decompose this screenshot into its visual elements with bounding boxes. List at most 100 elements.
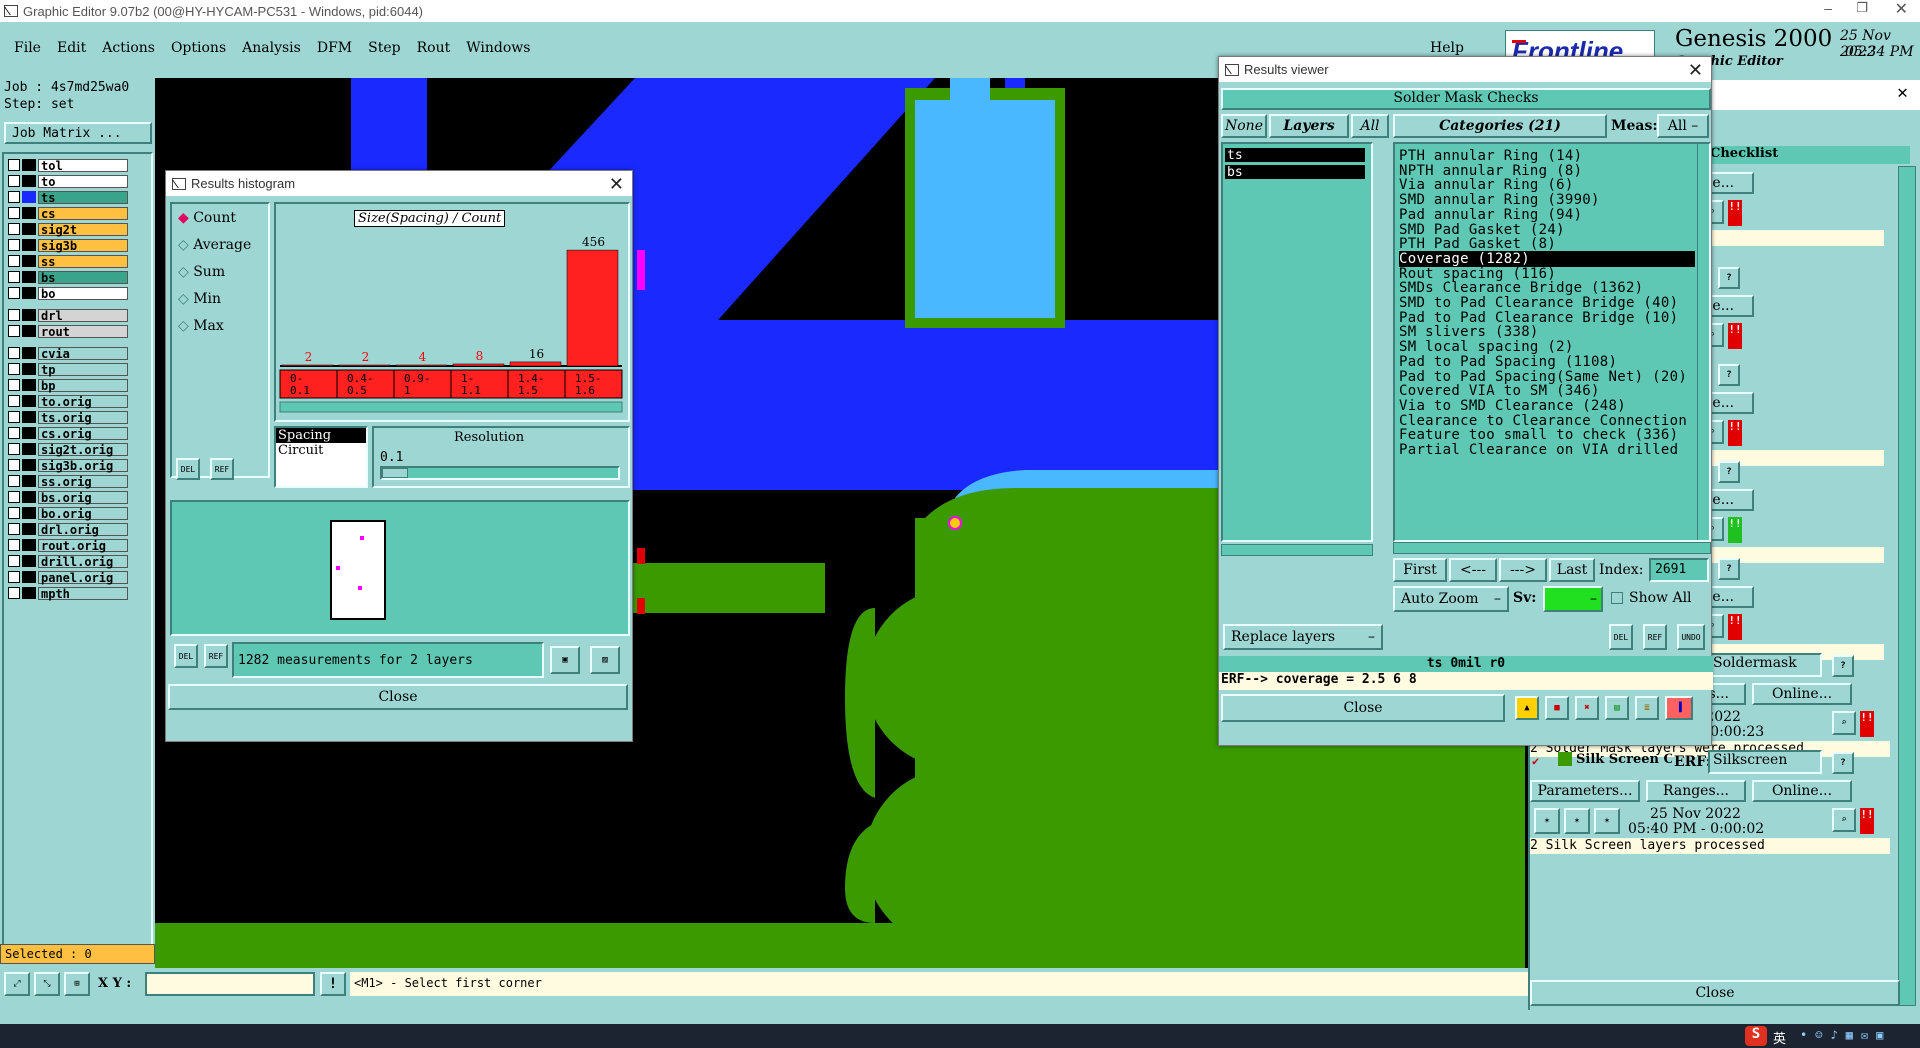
layer-row-panel-orig[interactable]: panel.orig	[8, 570, 128, 584]
layer-checkbox[interactable]	[8, 363, 20, 375]
ranges-button[interactable]: Ranges...	[1646, 780, 1746, 802]
layer-row-drl[interactable]: drl	[8, 308, 128, 322]
layer-checkbox[interactable]	[8, 443, 20, 455]
layer-checkbox[interactable]	[8, 347, 20, 359]
chart-scrollbar[interactable]	[279, 401, 623, 413]
layer-item-bs[interactable]: bs	[1225, 165, 1365, 180]
layer-row-bo-orig[interactable]: bo.orig	[8, 506, 128, 520]
layers-button[interactable]: Layers	[1269, 114, 1349, 138]
alert-icon[interactable]: !	[320, 972, 346, 996]
checklist-close-button[interactable]: Close	[1530, 980, 1900, 1006]
menu-step[interactable]: Step	[368, 40, 400, 56]
del-button[interactable]: DEL	[1609, 624, 1633, 650]
menu-analysis[interactable]: Analysis	[242, 40, 301, 56]
help-icon[interactable]: ?	[1718, 461, 1740, 483]
undo-button[interactable]: UNDO	[1677, 624, 1705, 650]
layer-checkbox[interactable]	[8, 555, 20, 567]
histogram-bar[interactable]	[509, 361, 562, 367]
category-item[interactable]: Pad to Pad Spacing (1108)	[1399, 354, 1617, 370]
list-item[interactable]: Circuit	[276, 443, 366, 458]
menu-file[interactable]: File	[14, 40, 41, 56]
zoom-icon[interactable]: ⌕	[1832, 808, 1856, 832]
layer-row-to-orig[interactable]: to.orig	[8, 394, 128, 408]
mode-radio-min[interactable]: ◇ Min	[178, 291, 221, 307]
layer-row-sig3b[interactable]: sig3b	[8, 238, 128, 252]
layer-row-ss-orig[interactable]: ss.orig	[8, 474, 128, 488]
minimize-icon[interactable]: –	[1824, 0, 1832, 16]
category-item[interactable]: Pad to Pad Spacing(Same Net) (20)	[1399, 369, 1687, 385]
close-icon[interactable]: ✕	[1895, 0, 1908, 19]
last-button[interactable]: Last	[1549, 558, 1595, 582]
first-button[interactable]: First	[1393, 558, 1447, 582]
list-item[interactable]: Spacing	[276, 428, 366, 443]
mode-radio-count[interactable]: ◆ Count	[178, 210, 236, 226]
category-item[interactable]: Clearance to Clearance Connection	[1399, 413, 1687, 429]
layer-checkbox[interactable]	[8, 191, 20, 203]
layer-row-drl-orig[interactable]: drl.orig	[8, 522, 128, 536]
layer-checkbox[interactable]	[8, 475, 20, 487]
category-list[interactable]: PTH annular Ring (14) NPTH annular Ring (…	[1393, 142, 1711, 542]
menu-windows[interactable]: Windows	[466, 40, 530, 56]
layer-row-tol[interactable]: tol	[8, 158, 128, 172]
category-item[interactable]: Rout spacing (116)	[1399, 266, 1556, 282]
replace-layers-dropdown[interactable]: Replace layers –	[1223, 624, 1383, 650]
layer-row-ts-orig[interactable]: ts.orig	[8, 410, 128, 424]
menu-help[interactable]: Help	[1430, 40, 1464, 56]
notes-icon[interactable]: ≣	[1635, 696, 1659, 720]
export-icon[interactable]: ▤	[1605, 696, 1629, 720]
layer-checkbox[interactable]	[8, 571, 20, 583]
sv-color-dropdown[interactable]: –	[1543, 586, 1603, 612]
report-icon[interactable]: ■	[1545, 696, 1569, 720]
layer-row-cvia[interactable]: cvia	[8, 346, 128, 360]
xy-input[interactable]	[145, 972, 315, 996]
layer-checkbox[interactable]	[8, 411, 20, 423]
zoom-select-icon[interactable]: ▨	[590, 646, 620, 674]
layer-checkbox[interactable]	[8, 459, 20, 471]
cross-icon[interactable]: ✖	[1575, 696, 1599, 720]
categories-button[interactable]: Categories (21)	[1393, 114, 1607, 138]
all-button[interactable]: All	[1351, 114, 1389, 138]
layer-row-cs-orig[interactable]: cs.orig	[8, 426, 128, 440]
layer-checkbox[interactable]	[8, 539, 20, 551]
category-item[interactable]: Via to SMD Clearance (248)	[1399, 398, 1626, 414]
category-item[interactable]: Via annular Ring (6)	[1399, 177, 1574, 193]
layer-checkbox[interactable]	[8, 523, 20, 535]
category-item[interactable]: SM local spacing (2)	[1399, 339, 1574, 355]
ime-language[interactable]: 英	[1773, 1028, 1786, 1047]
histogram-bar[interactable]	[566, 249, 619, 367]
layer-row-ss[interactable]: ss	[8, 254, 128, 268]
category-item[interactable]: Pad to Pad Clearance Bridge (10)	[1399, 310, 1678, 326]
grid-icon[interactable]: ⊞	[64, 972, 90, 996]
layer-item-ts[interactable]: ts	[1225, 148, 1365, 163]
layer-row-bs-orig[interactable]: bs.orig	[8, 490, 128, 504]
results-close-button[interactable]: Close	[1221, 694, 1505, 722]
layer-checkbox[interactable]	[8, 309, 20, 321]
ref-button[interactable]: REF	[204, 644, 228, 668]
layer-checkbox[interactable]	[8, 223, 20, 235]
parameters-button[interactable]: Parameters...	[1530, 780, 1640, 802]
category-item[interactable]: Covered VIA to SM (346)	[1399, 383, 1600, 399]
checklist-close-icon[interactable]: ✕	[1897, 82, 1908, 103]
job-matrix-button[interactable]: Job Matrix ...	[4, 122, 152, 144]
online-button[interactable]: Online...	[1752, 683, 1852, 705]
index-value[interactable]: 2691	[1649, 558, 1709, 582]
mode-radio-average[interactable]: ◇ Average	[178, 237, 251, 253]
category-item[interactable]: Coverage (1282)	[1399, 250, 1695, 267]
layer-checkbox[interactable]	[8, 239, 20, 251]
layer-checkbox[interactable]	[8, 255, 20, 267]
none-button[interactable]: None	[1221, 114, 1267, 138]
layer-checkbox[interactable]	[8, 207, 20, 219]
menu-edit[interactable]: Edit	[57, 40, 86, 56]
menu-actions[interactable]: Actions	[102, 40, 155, 56]
layer-checkbox[interactable]	[8, 379, 20, 391]
layer-checkbox[interactable]	[8, 271, 20, 283]
layer-list-scrollbar[interactable]	[1221, 544, 1373, 556]
prev-button[interactable]: <---	[1449, 558, 1497, 582]
layer-checkbox[interactable]	[8, 587, 20, 599]
category-item[interactable]: SMD annular Ring (3990)	[1399, 192, 1600, 208]
category-item[interactable]: SMD Pad Gasket (24)	[1399, 222, 1565, 238]
resolution-slider[interactable]	[380, 466, 620, 480]
ref-button[interactable]: REF	[1643, 624, 1667, 650]
layer-row-bo[interactable]: bo	[8, 286, 128, 300]
ref-button[interactable]: REF	[210, 458, 234, 480]
